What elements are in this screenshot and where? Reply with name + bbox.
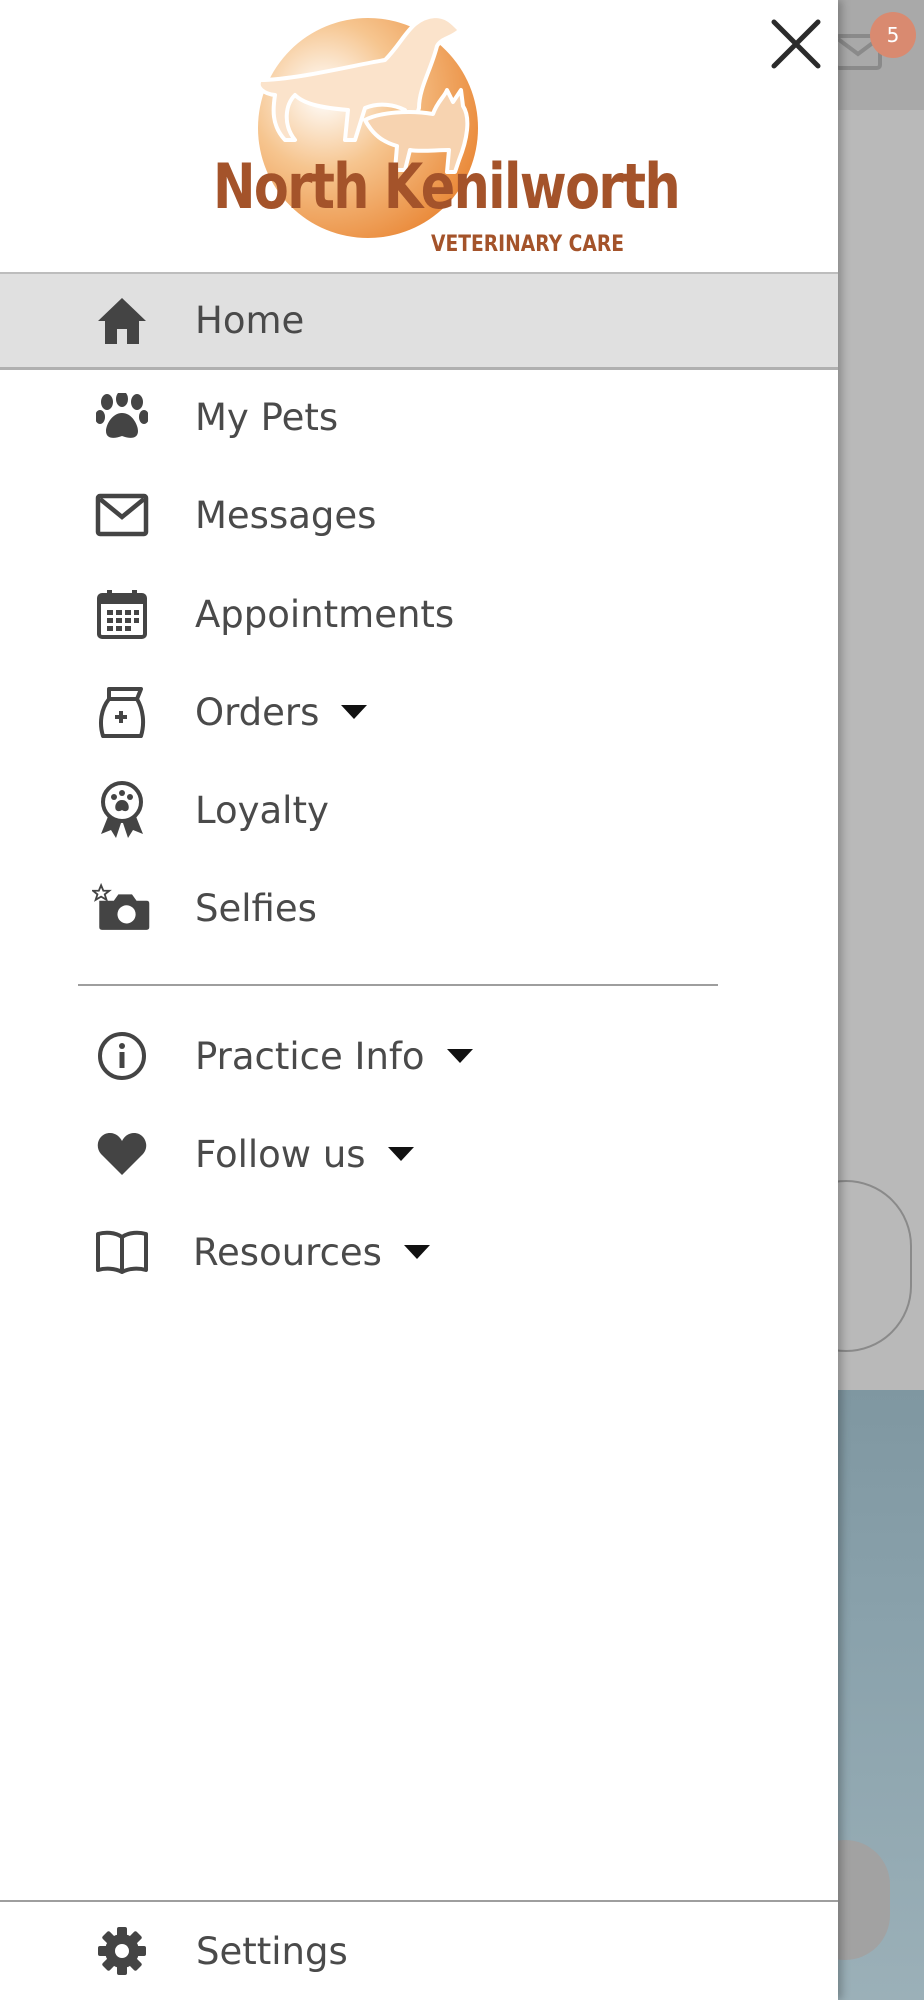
practice-logo: North Kenilworth VETERINARY CARE	[205, 10, 681, 262]
menu-item-practice-info[interactable]: Practice Info	[0, 1008, 838, 1104]
menu-item-home[interactable]: Home	[0, 272, 838, 370]
menu-item-label: Orders	[195, 691, 368, 734]
chevron-down-icon	[387, 1147, 414, 1161]
menu-item-label: My Pets	[195, 395, 339, 439]
menu-item-resources[interactable]: Resources	[0, 1204, 838, 1300]
menu-item-label: Appointments	[195, 592, 455, 636]
paw-icon	[92, 387, 152, 447]
menu-item-appointments[interactable]: Appointments	[0, 566, 838, 662]
heart-icon	[92, 1124, 152, 1184]
navigation-drawer: North Kenilworth VETERINARY CARE Home My…	[0, 0, 838, 2000]
camera-icon	[92, 878, 152, 938]
gear-icon	[92, 1921, 152, 1981]
home-icon	[92, 291, 152, 351]
food-bag-icon	[92, 682, 152, 742]
menu-item-messages[interactable]: Messages	[0, 467, 838, 563]
menu-item-settings[interactable]: Settings	[0, 1902, 838, 2000]
chevron-down-icon	[341, 705, 368, 719]
logo-pets-illustration	[256, 14, 478, 238]
menu-item-follow-us[interactable]: Follow us	[0, 1106, 838, 1202]
menu-item-label: Resources	[193, 1231, 430, 1274]
chevron-down-icon	[403, 1245, 430, 1259]
menu-item-orders[interactable]: Orders	[0, 664, 838, 760]
menu-item-label: Settings	[196, 1929, 348, 1973]
calendar-icon	[92, 584, 152, 644]
logo-title: North Kenilworth	[213, 150, 681, 223]
logo-subtitle: VETERINARY CARE	[431, 232, 625, 257]
award-ribbon-icon	[92, 780, 152, 840]
envelope-icon	[92, 485, 152, 545]
chevron-down-icon	[446, 1049, 473, 1063]
settings-footer: Settings	[0, 1900, 838, 2000]
menu-item-label: Loyalty	[195, 788, 329, 832]
close-icon[interactable]	[768, 16, 824, 72]
menu-item-label: Practice Info	[195, 1035, 473, 1078]
menu-divider	[78, 984, 718, 986]
menu-item-my-pets[interactable]: My Pets	[0, 369, 838, 465]
menu-item-label: Home	[195, 299, 305, 342]
menu-item-loyalty[interactable]: Loyalty	[0, 762, 838, 858]
book-icon	[92, 1222, 152, 1282]
message-count-badge: 5	[870, 12, 916, 58]
menu-item-label: Messages	[195, 493, 377, 537]
menu-item-label: Follow us	[195, 1133, 414, 1176]
menu-item-label: Selfies	[195, 886, 317, 930]
menu-item-selfies[interactable]: Selfies	[0, 860, 838, 956]
info-icon	[92, 1026, 152, 1086]
